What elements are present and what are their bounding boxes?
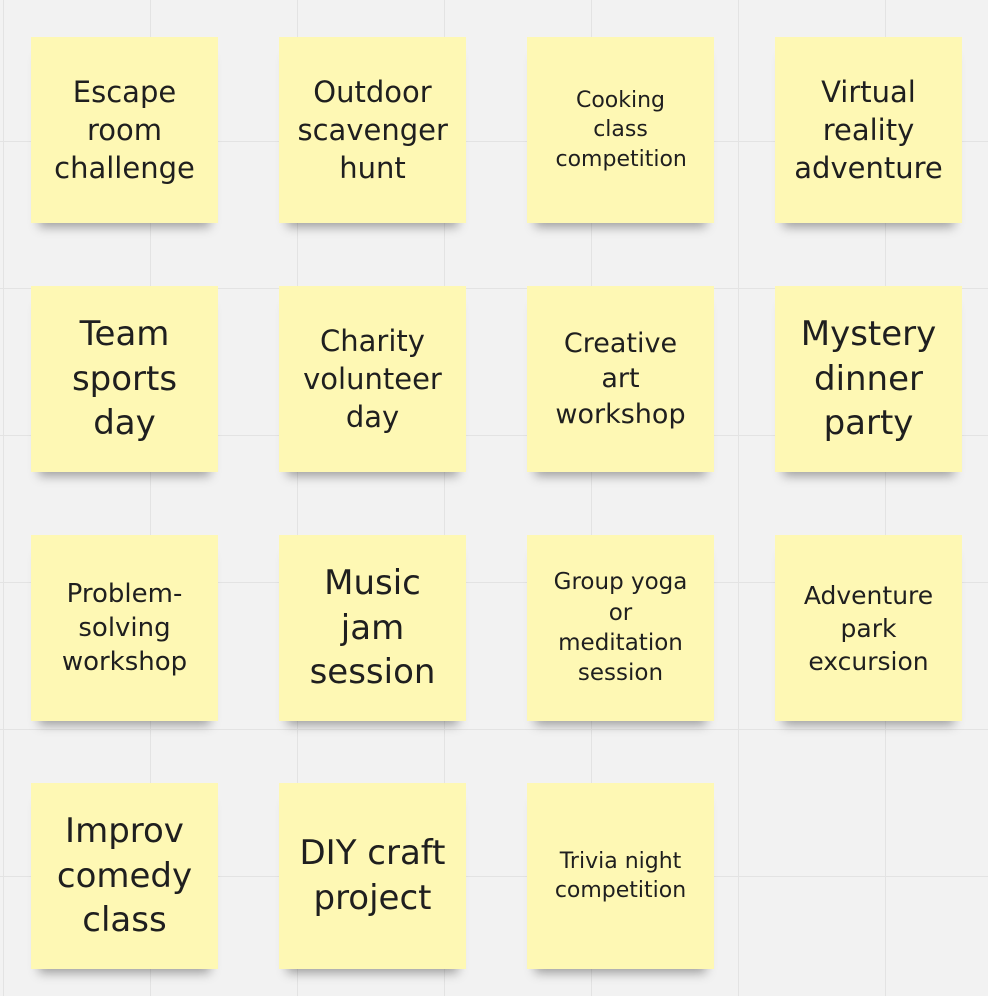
sticky-note-text: Improv comedy class [56, 810, 193, 941]
sticky-note[interactable]: Outdoor scavenger hunt [279, 37, 466, 223]
sticky-note[interactable]: Virtual reality adventure [775, 37, 962, 223]
sticky-note[interactable]: Improv comedy class [31, 783, 218, 969]
sticky-note-text: Charity volunteer day [303, 323, 442, 435]
sticky-note-text: Mystery dinner party [800, 313, 937, 444]
sticky-note[interactable]: Creative art workshop [527, 286, 714, 472]
sticky-note-text: Group yoga or meditation session [553, 569, 688, 687]
sticky-note[interactable]: Mystery dinner party [775, 286, 962, 472]
sticky-note[interactable]: Cooking class competition [527, 37, 714, 223]
sticky-note[interactable]: Trivia night competition [527, 783, 714, 969]
sticky-note-text: Outdoor scavenger hunt [297, 74, 448, 186]
sticky-note[interactable]: Charity volunteer day [279, 286, 466, 472]
sticky-note-text: DIY craft project [299, 833, 446, 918]
sticky-note[interactable]: Escape room challenge [31, 37, 218, 223]
sticky-note[interactable]: Team sports day [31, 286, 218, 472]
sticky-note[interactable]: Music jam session [279, 535, 466, 721]
sticky-note[interactable]: Problem-solving workshop [31, 535, 218, 721]
sticky-note-text: Music jam session [309, 562, 436, 693]
sticky-note-text: Team sports day [71, 313, 178, 444]
sticky-note[interactable]: Adventure park excursion [775, 535, 962, 721]
sticky-note-text: Trivia night competition [554, 848, 687, 903]
sticky-note-text: Virtual reality adventure [794, 74, 943, 186]
sticky-note-text: Problem-solving workshop [61, 578, 188, 678]
sticky-note-text: Cooking class competition [555, 88, 687, 172]
sticky-note[interactable]: DIY craft project [279, 783, 466, 969]
sticky-note-text: Adventure park excursion [803, 580, 934, 676]
sticky-note[interactable]: Group yoga or meditation session [527, 535, 714, 721]
sticky-note-text: Escape room challenge [54, 74, 195, 186]
sticky-note-text: Creative art workshop [555, 327, 686, 430]
